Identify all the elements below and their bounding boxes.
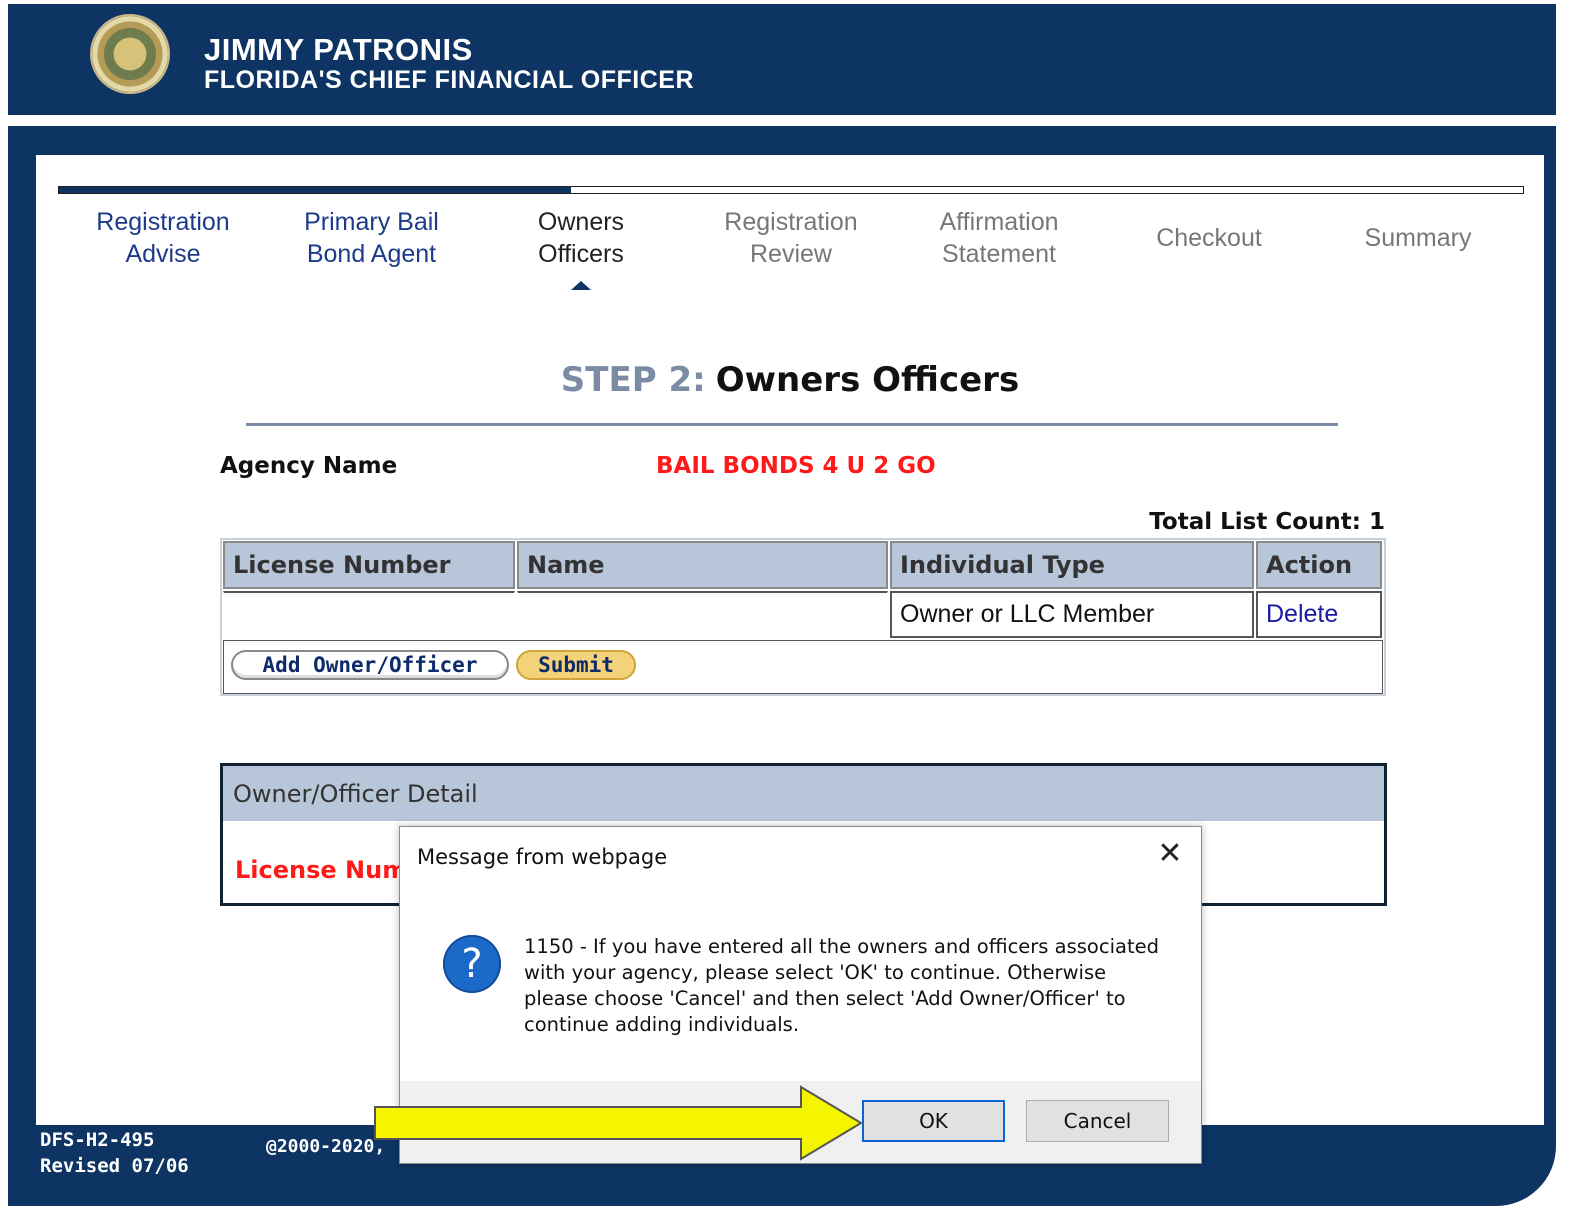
step-registration-advise[interactable]: Registration Advise [84,206,242,270]
step-affirmation-statement: Affirmation Statement [926,206,1072,270]
cell-individual-type: Owner or LLC Member [890,591,1254,638]
step-label: Statement [942,240,1056,268]
step-label: Advise [125,240,201,268]
step-label: Summary [1364,224,1472,252]
ok-button[interactable]: OK [862,1100,1005,1142]
current-step-caret-icon [571,281,591,290]
cell-name [517,591,888,638]
close-icon[interactable]: ✕ [1155,839,1185,869]
header-name: JIMMY PATRONIS [204,32,473,67]
step-label: Owners [537,208,625,236]
step-label: Affirmation [939,208,1059,236]
step-label: Registration [724,208,858,236]
step-label: Bond Agent [306,240,437,268]
form-code: DFS-H2-495 [40,1129,155,1151]
agency-name-value: BAIL BONDS 4 U 2 GO [656,453,936,479]
total-list-count: Total List Count: 1 [1149,509,1385,535]
detail-heading: Owner/Officer Detail [223,766,1384,821]
header-title: FLORIDA'S CHIEF FINANCIAL OFFICER [204,66,695,94]
submit-button[interactable]: Submit [516,650,636,680]
dialog-message: 1150 - If you have entered all the owner… [524,935,1159,1036]
step-summary: Summary [1350,222,1486,254]
footer-form-code: DFS-H2-495 Revised 07/06 [40,1127,189,1179]
column-header-action: Action [1256,541,1382,589]
step-checkout: Checkout [1142,222,1276,254]
column-header-individual-type: Individual Type [890,541,1254,589]
progress-bar [58,186,1524,194]
delete-link[interactable]: Delete [1256,591,1382,638]
question-icon: ? [443,935,501,993]
cancel-button[interactable]: Cancel [1026,1100,1169,1142]
agency-name-label: Agency Name [220,453,398,479]
add-owner-officer-button[interactable]: Add Owner/Officer [231,650,509,680]
step-number: STEP 2: [560,360,706,400]
footer-copyright: @2000-2020, [266,1136,386,1157]
florida-cfo-seal-icon [90,14,170,94]
page-title: STEP 2: Owners Officers [0,360,1580,400]
step-label: Primary Bail [304,208,439,236]
progress-fill [59,187,572,193]
step-label: Registration [96,208,230,236]
step-label: Officers [538,240,624,268]
step-owners-officers[interactable]: Owners Officers [520,206,642,270]
pointer-arrow-icon [374,1085,863,1161]
revised-date: Revised 07/06 [40,1155,189,1177]
step-primary-bail-bond-agent[interactable]: Primary Bail Bond Agent [290,206,453,270]
step-name: Owners Officers [715,360,1020,400]
dialog-title: Message from webpage [417,845,668,869]
step-label: Checkout [1156,224,1262,252]
license-number-label: License Num [235,856,408,884]
column-header-license-number: License Number [223,541,515,589]
title-divider [246,423,1338,426]
column-header-name: Name [517,541,888,589]
step-label: Review [750,240,832,268]
page-header: JIMMY PATRONIS FLORIDA'S CHIEF FINANCIAL… [8,4,1556,115]
step-registration-review: Registration Review [712,206,870,270]
cell-license-number [223,591,515,638]
